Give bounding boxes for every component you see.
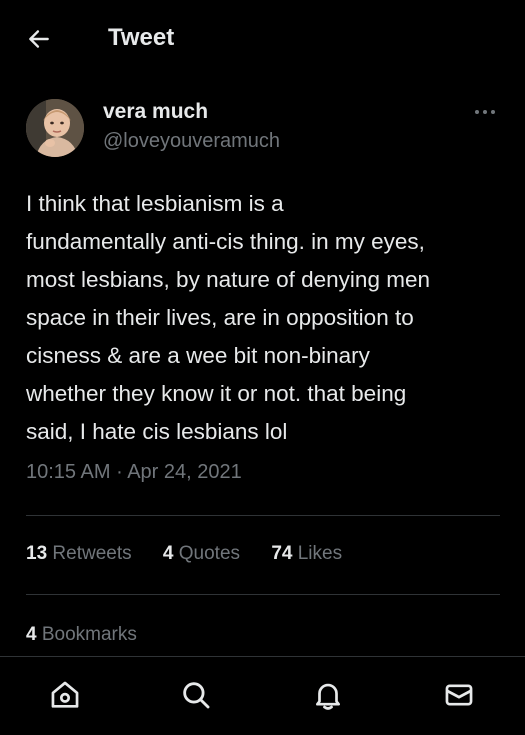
quotes-label: Quotes bbox=[178, 543, 241, 564]
search-icon bbox=[183, 682, 210, 709]
tweet-text-line: I think that lesbianism is a bbox=[26, 191, 284, 216]
top-bar: Tweet bbox=[0, 0, 525, 78]
nav-notifications-button[interactable] bbox=[310, 677, 346, 713]
quotes-stat[interactable]: 4 Quotes bbox=[163, 543, 240, 564]
back-button[interactable] bbox=[22, 22, 56, 56]
tweet-text-line: said, I hate cis lesbians lol bbox=[26, 419, 288, 444]
retweets-label: Retweets bbox=[52, 543, 132, 564]
quotes-count: 4 bbox=[162, 543, 174, 564]
back-arrow-icon bbox=[29, 30, 49, 48]
tweet-text: I think that lesbianism is a fundamental… bbox=[26, 185, 506, 451]
tweet-timestamp: 10:15 AM · Apr 24, 2021 bbox=[26, 461, 242, 484]
bookmarks-count: 4 bbox=[26, 624, 37, 645]
divider bbox=[26, 594, 500, 595]
author-handle[interactable]: @loveyouveramuch bbox=[103, 130, 280, 153]
tweet-text-line: whether they know it or not. that being bbox=[26, 381, 407, 406]
engagement-stats: 13 Retweets 4 Quotes 74 Likes bbox=[26, 543, 368, 565]
tweet-text-line: space in their lives, are in opposition … bbox=[26, 305, 414, 330]
author-display-name[interactable]: vera much bbox=[103, 100, 208, 124]
likes-stat[interactable]: 74 Likes bbox=[271, 543, 342, 564]
retweets-stat[interactable]: 13 Retweets bbox=[26, 543, 132, 564]
likes-label: Likes bbox=[297, 543, 343, 564]
bookmarks-label: Bookmarks bbox=[41, 624, 137, 645]
tweet-date[interactable]: Apr 24, 2021 bbox=[127, 461, 242, 483]
nav-home-button[interactable] bbox=[47, 677, 83, 713]
timestamp-separator: · bbox=[110, 461, 128, 483]
more-dots-icon bbox=[475, 110, 495, 114]
divider bbox=[26, 515, 500, 516]
page-title: Tweet bbox=[108, 24, 175, 51]
bookmarks-stat[interactable]: 4 Bookmarks bbox=[26, 624, 137, 646]
bottom-nav-divider bbox=[0, 656, 525, 657]
tweet-text-line: most lesbians, by nature of denying men bbox=[26, 267, 430, 292]
tweet-time[interactable]: 10:15 AM bbox=[26, 461, 111, 483]
nav-search-button[interactable] bbox=[178, 677, 214, 713]
tweet-text-line: cisness & are a wee bit non-binary bbox=[26, 343, 370, 368]
messages-mail-icon bbox=[445, 684, 473, 706]
more-options-button[interactable] bbox=[470, 100, 500, 124]
retweets-count: 13 bbox=[26, 543, 48, 564]
nav-messages-button[interactable] bbox=[441, 677, 477, 713]
home-icon bbox=[51, 681, 79, 708]
notifications-bell-icon bbox=[316, 683, 340, 710]
avatar-photo bbox=[26, 99, 84, 157]
tweet-text-line: fundamentally anti-cis thing. in my eyes… bbox=[26, 229, 425, 254]
avatar[interactable] bbox=[26, 99, 84, 157]
likes-count: 74 bbox=[271, 543, 293, 564]
